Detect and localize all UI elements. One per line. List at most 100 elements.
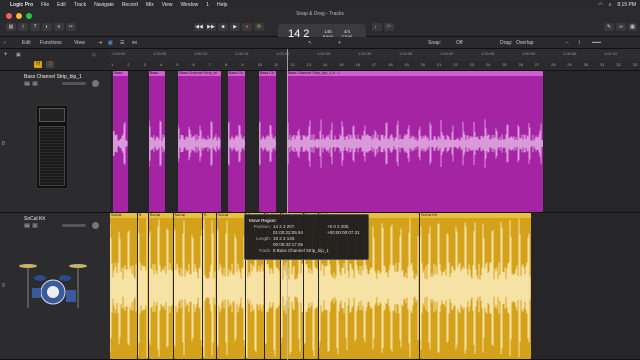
region[interactable]: Bass (113, 71, 128, 212)
kit-lane[interactable]: SoCalSSoCalSoCalSSoCalSSoCalSoCSSoCalSoC… (110, 213, 640, 360)
menu-track[interactable]: Track (74, 2, 86, 8)
ruler-bar-label: 14 (322, 62, 328, 67)
back-icon[interactable]: ‹ (4, 40, 6, 46)
ruler-bar-label: 4 (159, 62, 163, 67)
ruler-bar-label: 21 (437, 62, 442, 67)
add-track-icon[interactable]: + (4, 52, 8, 58)
wifi-icon[interactable]: ◠ (598, 2, 602, 8)
region[interactable]: SoCal Kit (420, 213, 531, 359)
pan-knob[interactable] (92, 80, 99, 87)
waveform (148, 120, 165, 167)
ruler-bar-label: 10 (257, 62, 263, 67)
region[interactable]: Bass Ch (258, 71, 277, 212)
playhead[interactable] (287, 49, 288, 360)
volume-fader[interactable] (62, 82, 86, 85)
region[interactable]: Bass (148, 71, 165, 212)
move-region-tooltip: Move Region: Position: 14 2 3 207. +0 0 … (244, 214, 369, 260)
menu-help[interactable]: Help (217, 2, 227, 8)
waveform (420, 218, 531, 358)
waveform (227, 121, 246, 166)
editors-icon[interactable]: ✂ (66, 23, 76, 31)
global-tracks-icon[interactable]: ◇ (92, 52, 96, 58)
solo-button[interactable]: S (32, 223, 38, 228)
region[interactable]: SoCal (173, 213, 202, 359)
grid-view-icon[interactable]: ▦ (108, 40, 113, 46)
zoom-slider[interactable]: ━━━ (592, 40, 601, 46)
metronome-icon[interactable]: ♩ (372, 23, 382, 31)
timeline-ruler[interactable]: 1 2 3 4 5 6 7 8 9 10 11 12 13 14 15 16 17 18 19 20 21 22 23 24 2… (110, 49, 640, 71)
list-view-icon[interactable]: ☰ (120, 40, 124, 46)
ruler-bar-label: 29 (567, 62, 572, 67)
menu-view[interactable]: View (162, 2, 173, 8)
rewind-icon[interactable]: ◀◀ (194, 23, 204, 31)
menu-clock[interactable]: 8:15 PM (617, 2, 636, 8)
menu-file[interactable]: File (41, 2, 49, 8)
record-icon[interactable]: ● (242, 23, 252, 31)
tooltip-length-time: 00:00:32:17.06 (273, 242, 304, 247)
notes-icon[interactable]: ✎ (604, 23, 614, 31)
ruler-bar-label: 31 (600, 62, 605, 67)
region[interactable]: S (137, 213, 148, 359)
tooltip-position-label: Position: (253, 224, 271, 229)
menu-app[interactable]: Logic Pro (10, 2, 33, 8)
waveform (258, 121, 277, 166)
volume-fader[interactable] (62, 224, 86, 227)
ruler-bar-label: 8 (225, 62, 228, 67)
help-icon[interactable]: ? (30, 23, 40, 31)
info-icon[interactable]: i (18, 23, 28, 31)
play-icon[interactable]: ▶ (230, 23, 240, 31)
mute-button[interactable]: M (24, 223, 30, 228)
loops-icon[interactable]: ∞ (616, 23, 626, 31)
waveform (173, 220, 202, 356)
region[interactable]: SoCal (148, 213, 173, 359)
menu-edit[interactable]: Edit (57, 2, 66, 8)
track-header-kit[interactable]: 9 SoCal Kit M S (0, 213, 110, 360)
view-menu[interactable]: View (74, 40, 85, 46)
mute-button[interactable]: M (24, 81, 30, 86)
pan-knob[interactable] (92, 222, 99, 229)
region[interactable]: Bass Channel Strip_bi (178, 71, 221, 212)
zoom-out-icon[interactable]: − (566, 40, 569, 46)
forward-icon[interactable]: ▶▶ (206, 23, 216, 31)
snap-value-select[interactable]: Off (456, 40, 463, 46)
menu-record[interactable]: Record (122, 2, 138, 8)
track-header-bass[interactable]: 8 Bass Channel Strip_bip_1 M S (0, 71, 110, 213)
region[interactable]: Bass Channel Strip_bip_1.6 : 1 (286, 71, 543, 212)
bass-lane[interactable]: Bass Bass Bass Channel Strip_bi Bass Ch Bass… (110, 71, 640, 213)
mixer-icon[interactable]: ≡ (54, 23, 64, 31)
smart-controls-icon[interactable]: ◐ (42, 23, 52, 31)
edit-menu[interactable]: Edit (22, 40, 31, 46)
browser-icon[interactable]: ▦ (628, 23, 637, 31)
ruler-bar-label: 15 (339, 62, 344, 67)
region[interactable]: SoCal (216, 213, 246, 359)
ruler-bar-label: 7 (208, 62, 212, 67)
flex-icon[interactable]: ⋈ (132, 40, 137, 46)
region[interactable]: Bass Ch (227, 71, 246, 212)
track-name[interactable]: SoCal Kit (24, 216, 45, 222)
region[interactable]: S (203, 213, 216, 359)
ruler-bar-label: 12 (290, 62, 295, 67)
track-header-icon[interactable]: ▣ (16, 52, 21, 58)
catch-icon[interactable]: ⇥ (98, 40, 102, 46)
menu-navigate[interactable]: Navigate (94, 2, 114, 8)
track-name[interactable]: Bass Channel Strip_bip_1 (24, 74, 82, 80)
ruler-bar-label: 5 (176, 62, 179, 67)
menu-window[interactable]: Window (180, 2, 198, 8)
library-icon[interactable]: ▤ (6, 23, 16, 31)
waveform-zoom-icon[interactable]: ⌇ (578, 40, 580, 46)
region[interactable]: SoCal (110, 213, 137, 359)
hide-track-button[interactable]: H (34, 61, 42, 68)
solo-button[interactable]: S (32, 81, 38, 86)
menu-mix[interactable]: Mix (146, 2, 154, 8)
search-icon[interactable]: ⌕ (609, 2, 612, 8)
menu-1[interactable]: 1 (206, 2, 209, 8)
stop-icon[interactable]: ■ (218, 23, 228, 31)
pointer-tool-icon[interactable]: ↖ (308, 40, 312, 46)
functions-menu[interactable]: Functions (40, 40, 62, 46)
bar-ruler[interactable]: 1 2 3 4 5 6 7 8 9 10 11 12 13 14 15 16 17 18 19 20 21 22 23 24 2… (110, 61, 640, 69)
drag-value-select[interactable]: Overlap (516, 40, 534, 46)
cycle-icon[interactable]: ⟳ (254, 23, 264, 31)
pencil-tool-icon[interactable]: + (338, 40, 341, 46)
count-in-icon[interactable]: ⚐ (384, 23, 394, 31)
show-all-button[interactable]: S (46, 61, 54, 68)
